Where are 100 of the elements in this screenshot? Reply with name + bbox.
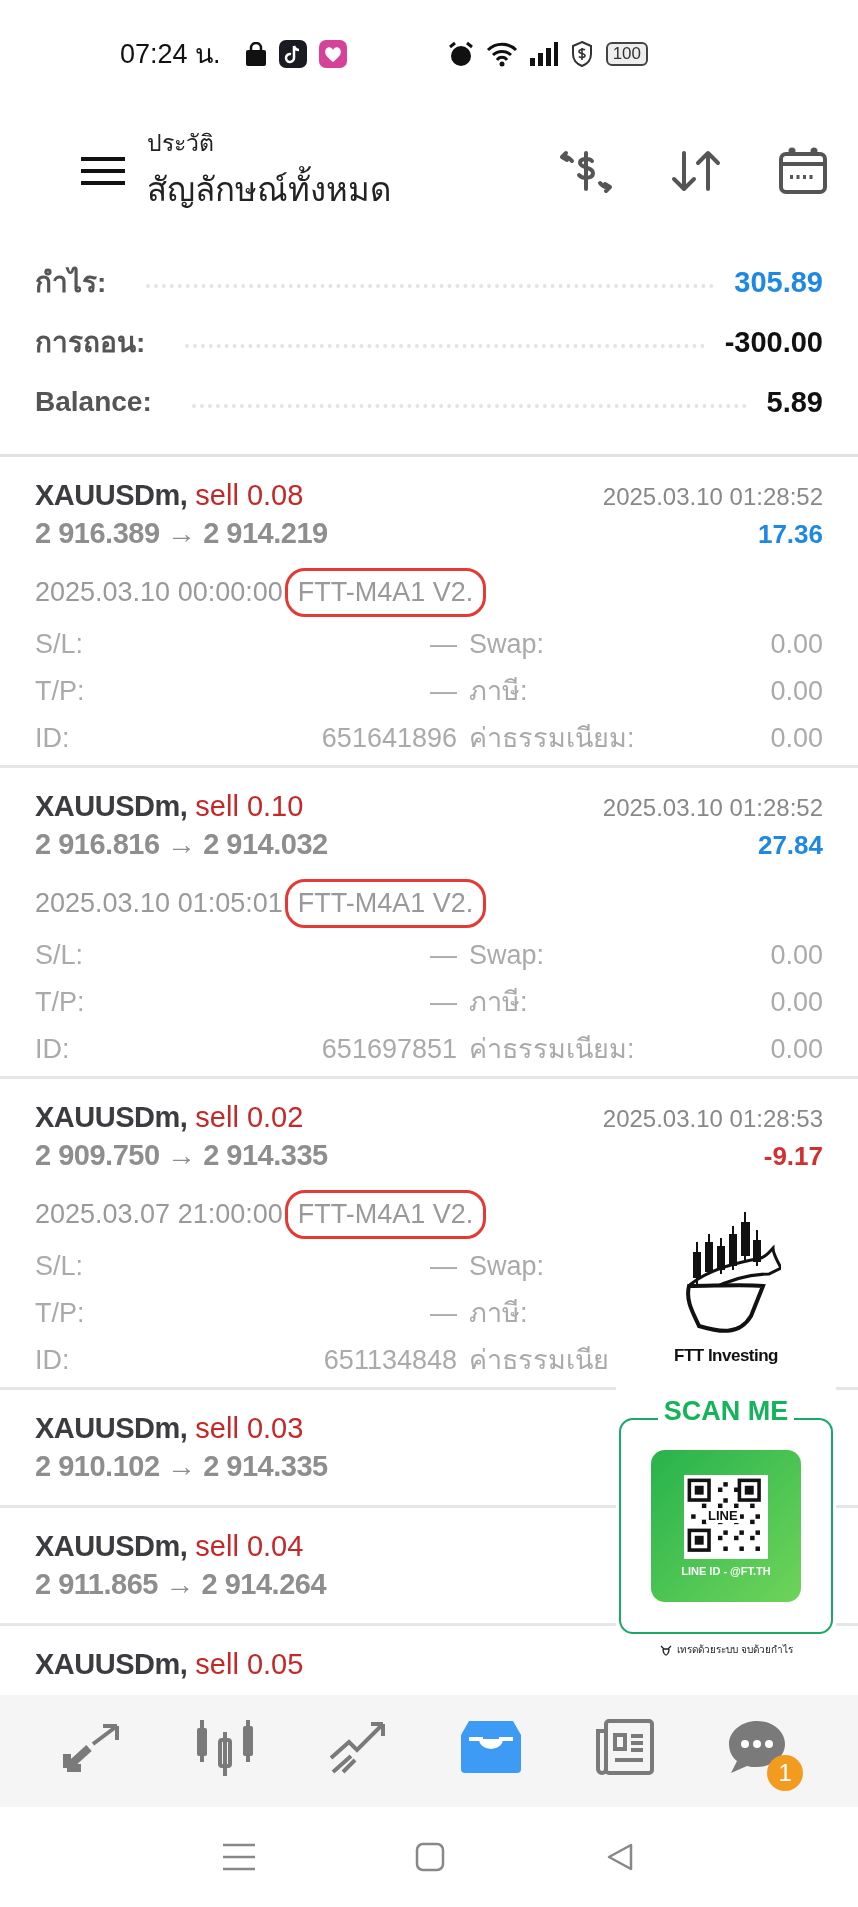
line-id: LINE ID - @FT.TH bbox=[681, 1565, 771, 1577]
detail-label: T/P: bbox=[35, 675, 85, 709]
trend-up-icon bbox=[329, 1720, 388, 1775]
trade-action: sell 0.02 bbox=[195, 1101, 304, 1134]
tagline: เทรดด้วยระบบ จบด้วยกำไร bbox=[677, 1643, 793, 1657]
summary-label: กำไร: bbox=[35, 265, 107, 301]
trade-action: sell 0.05 bbox=[195, 1648, 304, 1681]
detail-label: ID: bbox=[35, 1033, 70, 1067]
symbol-name: XAUUSDm, bbox=[35, 1530, 188, 1563]
brand-name: FTT Investing bbox=[674, 1346, 778, 1366]
trade-comment: FTT-M4A1 V2. bbox=[284, 567, 487, 617]
square-icon bbox=[415, 1842, 445, 1873]
menu-icon bbox=[223, 1843, 255, 1872]
trade-comment: FTT-M4A1 V2. bbox=[284, 1189, 487, 1239]
sort-icon bbox=[670, 148, 722, 193]
recents-button[interactable] bbox=[223, 1843, 255, 1872]
trade-action: sell 0.04 bbox=[195, 1530, 304, 1563]
open-time: 2025.03.10 01:05:01 bbox=[35, 887, 283, 919]
trade-action: sell 0.08 bbox=[195, 479, 304, 512]
menu-button[interactable] bbox=[81, 155, 125, 186]
trade-action: sell 0.10 bbox=[195, 790, 304, 823]
detail-value: 651641896 bbox=[321, 723, 457, 754]
alarm-icon bbox=[447, 40, 474, 67]
price-range: 2 916.816 → 2 914.032 bbox=[35, 828, 328, 862]
detail-label: ภาษี: bbox=[469, 675, 528, 709]
menu-icon bbox=[81, 155, 125, 186]
detail-label: ID: bbox=[35, 722, 70, 756]
detail-label: ค่าธรรมเนีย bbox=[469, 1344, 609, 1378]
detail-label: ภาษี: bbox=[469, 1297, 528, 1331]
detail-value: 0.00 bbox=[770, 940, 823, 971]
sort-button[interactable] bbox=[670, 148, 722, 193]
back-button[interactable] bbox=[605, 1842, 635, 1873]
detail-value: — bbox=[430, 1298, 457, 1329]
symbol-name: XAUUSDm, bbox=[35, 790, 188, 823]
signal-icon bbox=[529, 41, 558, 66]
symbol-name: XAUUSDm, bbox=[35, 1412, 188, 1445]
summary-label: Balance: bbox=[35, 386, 152, 419]
calendar-icon bbox=[778, 145, 828, 196]
shield-icon bbox=[569, 39, 594, 68]
price-range: 2 910.102 → 2 914.335 bbox=[35, 1450, 328, 1484]
detail-label: Swap: bbox=[469, 939, 545, 973]
summary-label: การถอน: bbox=[35, 326, 146, 361]
detail-label: ค่าธรรมเนียม: bbox=[469, 1033, 635, 1067]
close-time: 2025.03.10 01:28:52 bbox=[602, 794, 823, 823]
calendar-button[interactable] bbox=[778, 145, 828, 196]
battery-level: 100 bbox=[605, 41, 648, 66]
music-note-icon bbox=[278, 39, 307, 68]
price-range: 2 909.750 → 2 914.335 bbox=[35, 1139, 328, 1173]
detail-value: — bbox=[430, 987, 457, 1018]
detail-value: 0.00 bbox=[770, 723, 823, 754]
trade-profit: 27.84 bbox=[757, 830, 823, 862]
trade-profit: -9.17 bbox=[763, 1141, 823, 1173]
detail-value: — bbox=[430, 940, 457, 971]
trade-comment: FTT-M4A1 V2. bbox=[284, 878, 487, 928]
symbol-name: XAUUSDm, bbox=[35, 1648, 188, 1681]
detail-label: S/L: bbox=[35, 939, 84, 973]
summary-value: 5.89 bbox=[766, 385, 823, 419]
detail-value: 0.00 bbox=[770, 676, 823, 707]
nav-tab[interactable]: 1 bbox=[719, 1711, 804, 1792]
trade-action: sell 0.03 bbox=[195, 1412, 304, 1445]
detail-value: 0.00 bbox=[770, 629, 823, 660]
detail-label: Swap: bbox=[469, 628, 545, 662]
wifi-icon bbox=[485, 40, 518, 67]
detail-label: ค่าธรรมเนียม: bbox=[469, 722, 635, 756]
detail-value: 651134848 bbox=[323, 1345, 457, 1376]
detail-label: T/P: bbox=[35, 986, 85, 1020]
close-time: 2025.03.10 01:28:52 bbox=[602, 483, 823, 512]
screen-title: สัญลักษณ์ทั้งหมด bbox=[147, 163, 502, 217]
detail-label: T/P: bbox=[35, 1297, 85, 1331]
detail-label: S/L: bbox=[35, 628, 84, 662]
detail-value: — bbox=[430, 1251, 457, 1282]
candlestick-icon bbox=[194, 1718, 256, 1777]
detail-label: ภาษี: bbox=[469, 986, 528, 1020]
summary-value: 305.89 bbox=[734, 265, 823, 299]
trade-profit: 17.36 bbox=[757, 519, 823, 551]
detail-value: — bbox=[430, 629, 457, 660]
price-range: 2 916.389 → 2 914.219 bbox=[35, 517, 328, 551]
symbol-name: XAUUSDm, bbox=[35, 479, 188, 512]
open-time: 2025.03.07 21:00:00 bbox=[35, 1198, 283, 1230]
newspaper-icon bbox=[593, 1719, 654, 1776]
price-range: 2 911.865 → 2 914.264 bbox=[35, 1568, 327, 1602]
detail-value: — bbox=[430, 676, 457, 707]
detail-value: 651697851 bbox=[321, 1034, 457, 1065]
open-time: 2025.03.10 00:00:00 bbox=[35, 576, 283, 608]
arrows-icon bbox=[62, 1722, 121, 1773]
detail-label: Swap: bbox=[469, 1250, 545, 1284]
summary-value: -300.00 bbox=[724, 325, 823, 359]
home-button[interactable] bbox=[415, 1842, 445, 1873]
screen-subtitle: ประวัติ bbox=[147, 129, 215, 159]
status-time: 07:24 น. bbox=[120, 38, 221, 72]
close-time: 2025.03.10 01:28:53 bbox=[602, 1105, 823, 1134]
detail-value: 0.00 bbox=[770, 987, 823, 1018]
back-icon bbox=[605, 1842, 635, 1873]
detail-label: ID: bbox=[35, 1344, 70, 1378]
qr-label: LINE bbox=[706, 1508, 740, 1523]
detail-value: 0.00 bbox=[770, 1034, 823, 1065]
symbol-name: XAUUSDm, bbox=[35, 1101, 188, 1134]
heart-app-icon bbox=[318, 39, 347, 68]
detail-label: S/L: bbox=[35, 1250, 84, 1284]
notification-badge: 1 bbox=[767, 1755, 804, 1792]
